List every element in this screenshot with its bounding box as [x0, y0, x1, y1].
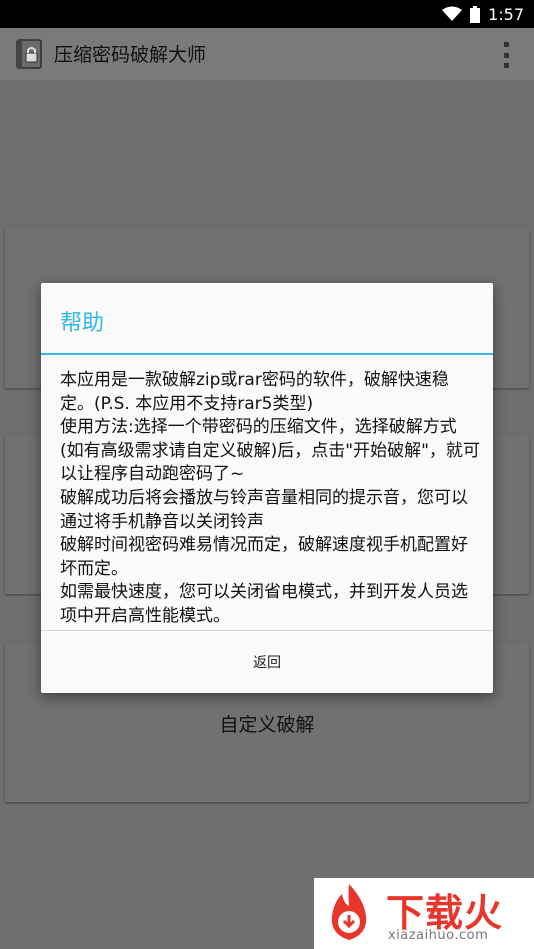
custom-crack-label: 自定义破解 — [219, 714, 315, 736]
back-button[interactable]: 返回 — [41, 631, 493, 693]
watermark: 下载火 xiazaihuo.com — [314, 878, 534, 949]
flame-logo-icon — [331, 884, 367, 940]
dialog-title: 帮助 — [60, 311, 105, 336]
dialog-title-divider — [41, 353, 493, 355]
overflow-menu-icon[interactable] — [502, 42, 510, 68]
battery-icon — [470, 5, 481, 23]
app-title: 压缩密码破解大师 — [54, 44, 207, 66]
status-icons: 1:57 — [442, 4, 524, 24]
app-lock-icon — [16, 39, 42, 69]
status-time: 1:57 — [488, 4, 524, 24]
dialog-message: 本应用是一款破解zip或rar密码的软件，破解快速稳定。(P.S. 本应用不支持… — [60, 370, 480, 626]
status-bar: 1:57 — [0, 0, 534, 28]
watermark-domain: xiazaihuo.com — [388, 928, 489, 943]
help-dialog: 帮助 本应用是一款破解zip或rar密码的软件，破解快速稳定。(P.S. 本应用… — [41, 283, 493, 693]
wifi-icon — [442, 6, 463, 21]
